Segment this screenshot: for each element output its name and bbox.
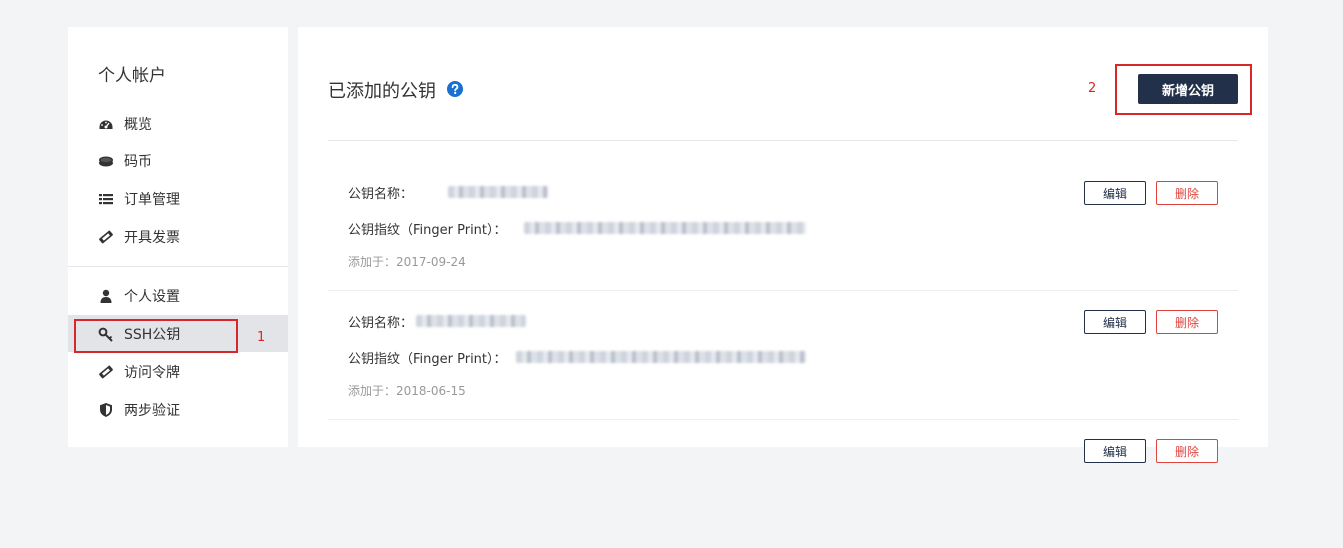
annotation-box-2 (1115, 64, 1252, 115)
sidebar-divider (68, 266, 288, 267)
ticket-icon (98, 229, 114, 245)
annotation-box-1 (74, 319, 238, 353)
delete-button[interactable]: 删除 (1156, 439, 1218, 463)
sidebar-item-settings[interactable]: 个人设置 (68, 277, 288, 314)
edit-button[interactable]: 编辑 (1084, 310, 1146, 334)
key-name-label: 公钥名称： (348, 316, 414, 331)
page-title: 已添加的公钥 (328, 81, 436, 102)
key-name-label: 公钥名称： (348, 187, 414, 202)
added-date: 添加于：2017-09-24 (348, 255, 466, 269)
fingerprint-label: 公钥指纹（Finger Print）： (348, 352, 507, 367)
sidebar-item-coins[interactable]: 码币 (68, 142, 288, 179)
edit-button[interactable]: 编辑 (1084, 181, 1146, 205)
added-date: 添加于：2018-06-15 (348, 384, 466, 398)
delete-button[interactable]: 删除 (1156, 181, 1218, 205)
question-circle-icon[interactable] (447, 81, 463, 97)
sidebar-item-access-tokens[interactable]: 访问令牌 (68, 353, 288, 390)
user-icon (98, 288, 114, 304)
coins-icon (98, 153, 114, 169)
edit-button[interactable]: 编辑 (1084, 439, 1146, 463)
sidebar: 个人帐户 概览 码币 订单管理 开具发票 个人设置 SSH公钥 访问令牌 两步验… (68, 27, 288, 447)
sidebar-item-label: 订单管理 (124, 191, 180, 208)
sidebar-item-orders[interactable]: 订单管理 (68, 180, 288, 217)
shield-icon (98, 402, 114, 418)
sidebar-item-two-factor[interactable]: 两步验证 (68, 391, 288, 428)
sidebar-item-label: 开具发票 (124, 229, 180, 246)
list-item: 公钥名称： 公钥指纹（Finger Print）： 添加于：2017-09-24… (328, 161, 1238, 291)
sidebar-item-label: 两步验证 (124, 402, 180, 419)
sidebar-item-label: 概览 (124, 116, 152, 133)
redacted-key-name (448, 186, 548, 198)
redacted-key-name (416, 315, 526, 327)
header-divider (328, 140, 1238, 141)
sidebar-item-invoice[interactable]: 开具发票 (68, 218, 288, 255)
sidebar-item-overview[interactable]: 概览 (68, 105, 288, 142)
list-item: 公钥名称： 公钥指纹（Finger Print）： 添加于：2018-06-15… (328, 290, 1238, 420)
annotation-number-1: 1 (257, 330, 266, 345)
list-item: 编辑 删除 (328, 419, 1238, 548)
delete-button[interactable]: 删除 (1156, 310, 1218, 334)
redacted-fingerprint (524, 222, 806, 234)
annotation-number-2: 2 (1088, 81, 1097, 96)
sidebar-item-label: 码币 (124, 153, 152, 170)
sidebar-item-label: 访问令牌 (124, 364, 180, 381)
sidebar-title: 个人帐户 (98, 66, 166, 86)
fingerprint-label: 公钥指纹（Finger Print）： (348, 223, 507, 238)
list-icon (98, 191, 114, 207)
ticket-icon (98, 364, 114, 380)
redacted-fingerprint (516, 351, 806, 363)
sidebar-item-label: 个人设置 (124, 288, 180, 305)
dashboard-icon (98, 116, 114, 132)
